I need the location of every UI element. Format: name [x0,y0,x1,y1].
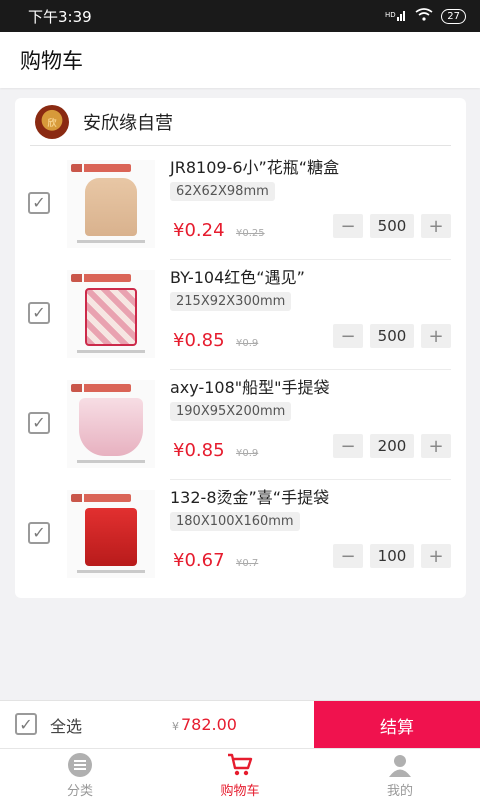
cart-icon [228,753,253,775]
quantity-field[interactable]: 500 [370,324,414,348]
tab-label: 我的 [386,783,413,799]
total-amount: 782.00 [181,715,237,734]
minus-button[interactable]: − [333,214,363,238]
product-old-price: ¥0.9 [236,448,259,459]
svg-text:HD: HD [385,11,396,19]
product-title[interactable]: BY-104红色“遇见” [170,264,305,288]
status-icons: HD 27 [385,8,466,24]
product-old-price: ¥0.25 [236,228,265,239]
product-image[interactable] [67,490,155,578]
product-price: ¥0.24 [173,220,225,241]
minus-button[interactable]: − [333,324,363,348]
product-spec: 215X92X300mm [170,292,292,311]
item-checkbox[interactable]: ✓ [28,302,50,324]
cart-item: ✓ JR8109-6小”花瓶“糖盒 62X62X98mm ¥0.24 ¥0.25… [15,150,466,260]
battery-icon: 27 [441,8,466,24]
product-price: ¥0.85 [173,440,225,461]
product-title[interactable]: 132-8烫金”喜“手提袋 [170,484,329,508]
bottom-tab-bar: 分类 购物车 我的 [0,748,480,800]
wifi-icon [415,8,433,24]
quantity-field[interactable]: 100 [370,544,414,568]
quantity-stepper: − 500 + [333,324,451,348]
product-spec: 190X95X200mm [170,402,292,421]
status-time: 下午3:39 [28,7,92,26]
select-all-label[interactable]: 全选 [50,713,82,737]
total-price: ¥782.00 [172,715,237,734]
plus-button[interactable]: + [421,544,451,568]
product-old-price: ¥0.7 [236,558,259,569]
item-checkbox[interactable]: ✓ [28,192,50,214]
product-spec: 62X62X98mm [170,182,275,201]
status-bar: 下午3:39 HD 27 [0,0,480,32]
minus-button[interactable]: − [333,434,363,458]
tab-cart[interactable]: 购物车 [160,749,320,800]
store-header[interactable]: 欣 安欣缘自营 [15,98,466,146]
item-checkbox[interactable]: ✓ [28,412,50,434]
plus-button[interactable]: + [421,324,451,348]
tab-category[interactable]: 分类 [0,749,160,800]
plus-button[interactable]: + [421,214,451,238]
plus-button[interactable]: + [421,434,451,458]
quantity-field[interactable]: 500 [370,214,414,238]
currency-symbol: ¥ [172,720,179,733]
select-all-checkbox[interactable]: ✓ [15,713,37,735]
checkout-bar: ✓ 全选 ¥782.00 结算 [0,700,480,749]
product-image[interactable] [67,160,155,248]
store-logo: 欣 [35,105,69,139]
tab-label: 分类 [66,783,93,799]
product-title[interactable]: axy-108"船型"手提袋 [170,374,330,398]
item-checkbox[interactable]: ✓ [28,522,50,544]
product-spec: 180X100X160mm [170,512,300,531]
store-name: 安欣缘自营 [83,113,173,134]
product-title[interactable]: JR8109-6小”花瓶“糖盒 [170,154,339,178]
cart-card: 欣 安欣缘自营 ✓ JR8109-6小”花瓶“糖盒 62X62X98mm ¥0.… [15,98,466,598]
cart-item: ✓ axy-108"船型"手提袋 190X95X200mm ¥0.85 ¥0.9… [15,370,466,480]
minus-button[interactable]: − [333,544,363,568]
menu-icon [68,752,92,777]
cart-item: ✓ 132-8烫金”喜“手提袋 180X100X160mm ¥0.67 ¥0.7… [15,480,466,590]
product-price: ¥0.85 [173,330,225,351]
page-title: 购物车 [20,49,83,73]
quantity-stepper: − 100 + [333,544,451,568]
tab-mine[interactable]: 我的 [320,749,480,800]
quantity-field[interactable]: 200 [370,434,414,458]
divider [30,145,451,146]
product-image[interactable] [67,270,155,358]
user-icon [389,754,411,777]
quantity-stepper: − 500 + [333,214,451,238]
checkout-button[interactable]: 结算 [314,701,480,749]
product-price: ¥0.67 [173,550,225,571]
tab-label: 购物车 [220,783,260,799]
quantity-stepper: − 200 + [333,434,451,458]
cart-item: ✓ BY-104红色“遇见” 215X92X300mm ¥0.85 ¥0.9 −… [15,260,466,370]
app-header: 购物车 [0,32,480,88]
signal-icon: HD [385,9,407,24]
product-old-price: ¥0.9 [236,338,259,349]
product-image[interactable] [67,380,155,468]
